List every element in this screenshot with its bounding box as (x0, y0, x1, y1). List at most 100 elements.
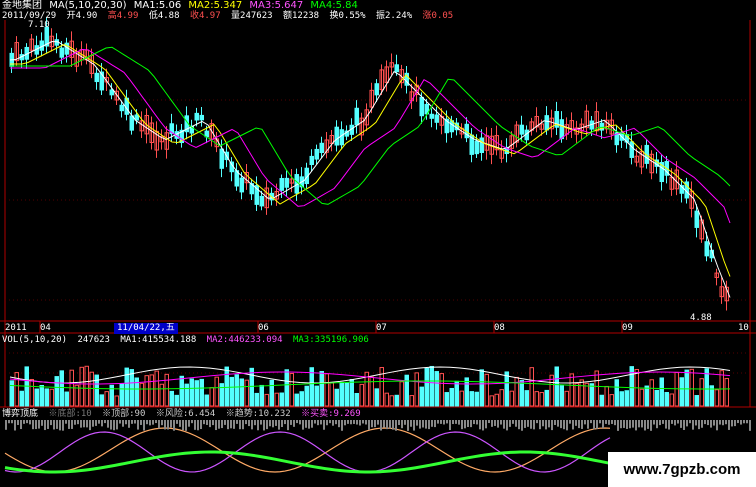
indicator-bar (50, 420, 52, 426)
candle-body (479, 137, 484, 153)
indicator-bar (728, 420, 730, 430)
indicator-bar (452, 420, 454, 425)
indicator-bar (716, 420, 718, 431)
indicator-bar (26, 420, 28, 424)
candle-body (319, 142, 324, 154)
volume-bar (144, 375, 149, 407)
indicator-bar (698, 420, 700, 430)
indicator-bar (623, 420, 625, 428)
indicator-bar (593, 420, 595, 430)
volume-bar (694, 395, 699, 407)
volume-bar (299, 391, 304, 407)
indicator-bar (305, 420, 307, 428)
volume-bar (319, 370, 324, 407)
volume-bar (569, 373, 574, 407)
volume-bar (619, 391, 624, 407)
indicator-bar (35, 420, 37, 430)
indicator-bar (626, 420, 628, 429)
indicator-bar (104, 420, 106, 424)
indicator-bar (341, 420, 343, 431)
candle-body (309, 155, 314, 166)
volume-bar (89, 371, 94, 407)
indicator-bar (146, 420, 148, 425)
axis-month-06: 06 (258, 323, 269, 333)
volume-bar (314, 385, 319, 407)
volume-bar (119, 383, 124, 407)
volume-bar (179, 375, 184, 407)
volume-bar (254, 392, 259, 407)
ind-risk: ※风险:6.454 (155, 409, 216, 419)
indicator-bar (707, 420, 709, 426)
indicator-bar (101, 420, 103, 427)
indicator-bar (470, 420, 472, 428)
indicator-bar (287, 420, 289, 431)
indicator-bar (383, 420, 385, 428)
indicator-bar (503, 420, 505, 429)
indicator-bar (635, 420, 637, 431)
indicator-bar (653, 420, 655, 425)
indicator-bar (419, 420, 421, 429)
indicator-bar (494, 420, 496, 426)
volume-bar (524, 390, 529, 407)
indicator-bar (323, 420, 325, 430)
volume-bar (504, 371, 509, 407)
indicator-bar (620, 420, 622, 429)
candle-body (704, 241, 709, 257)
indicator-bar (281, 420, 283, 428)
vol-label: VOL(5,10,20) (2, 335, 68, 345)
axis-month-08: 08 (494, 323, 505, 333)
indicator-bar (44, 420, 46, 431)
indicator-bar (446, 420, 448, 424)
indicator-bar (53, 420, 55, 430)
indicator-bar (479, 420, 481, 430)
indicator-bar (743, 420, 745, 424)
volume-bar (544, 389, 549, 407)
volume-bar (194, 380, 199, 407)
indicator-bar (704, 420, 706, 425)
indicator-bar (566, 420, 568, 431)
indicator-bar (605, 420, 607, 424)
indicator-bar (551, 420, 553, 431)
indicator-bar (32, 420, 34, 430)
volume-bar (429, 365, 434, 407)
indicator-bar (89, 420, 91, 431)
indicator-bar (581, 420, 583, 429)
indicator-bar (569, 420, 571, 424)
volume-bar (444, 392, 449, 407)
volume-bar (64, 391, 69, 407)
indicator-bar (671, 420, 673, 424)
candle-body (374, 83, 379, 96)
indicator-bar (674, 420, 676, 426)
vol-ma1: MA1:415534.188 (120, 335, 197, 345)
indicator-bar (437, 420, 439, 424)
volume-bar (664, 392, 669, 407)
indicator-bar (329, 420, 331, 424)
volume-bar (229, 376, 234, 407)
indicator-bar (590, 420, 592, 424)
indicator-bar (434, 420, 436, 428)
indicator-bar (62, 420, 64, 431)
volume-bar (499, 389, 504, 407)
volume-bar (349, 379, 354, 407)
volume-bar (399, 381, 404, 407)
indicator-bar (407, 420, 409, 431)
indicator-bar (467, 420, 469, 427)
indicator-bar (134, 420, 136, 424)
indicator-bar (140, 420, 142, 425)
volume-bar (559, 385, 564, 407)
indicator-bar (260, 420, 262, 425)
indicator-bar (266, 420, 268, 430)
indicator-bar (680, 420, 682, 428)
indicator-bar (347, 420, 349, 424)
indicator-bar (218, 420, 220, 429)
axis-month-09: 09 (622, 323, 633, 333)
indicator-bar (125, 420, 127, 425)
indicator-bar (641, 420, 643, 428)
indicator-bar (203, 420, 205, 425)
volume-bar (719, 370, 724, 407)
indicator-bar (395, 420, 397, 431)
volume-bar (234, 374, 239, 407)
volume-bar (39, 384, 44, 407)
indicator-bar (311, 420, 313, 428)
indicator-bar (8, 420, 10, 424)
